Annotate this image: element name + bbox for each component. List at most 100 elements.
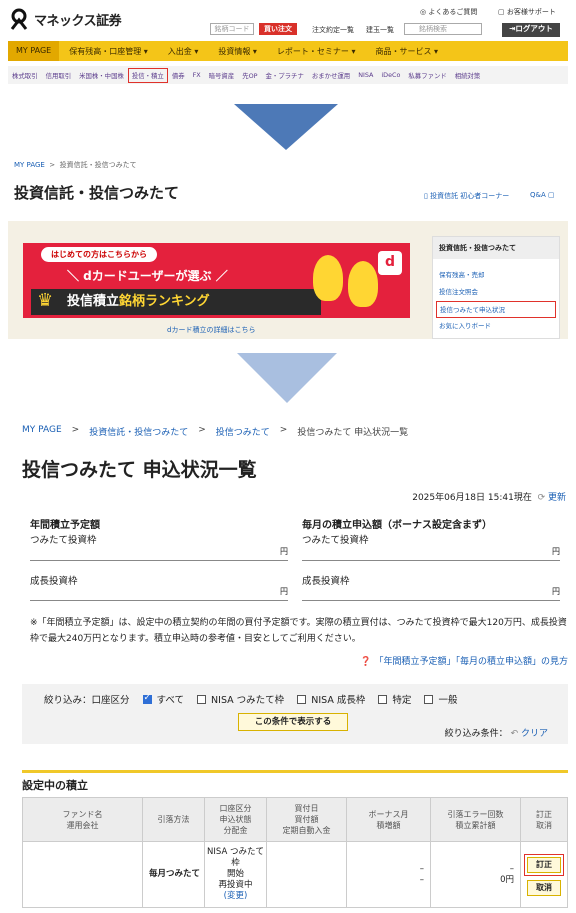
nav-holdings[interactable]: 保有残高・口座管理 ▾ bbox=[59, 46, 158, 57]
refresh-link[interactable]: 更新 bbox=[548, 493, 566, 503]
bonus-amount: – bbox=[419, 874, 424, 885]
subnav-item[interactable]: 信用取引 bbox=[42, 71, 76, 80]
side-item-orders[interactable]: 投信注文照会 bbox=[433, 284, 559, 301]
filter-nisa-tsumitate-checkbox[interactable] bbox=[197, 694, 207, 704]
error-count: – bbox=[509, 863, 514, 874]
col-method: 引落方法 bbox=[142, 797, 205, 842]
cell-fund bbox=[22, 841, 143, 908]
subnav-item[interactable]: iDeCo bbox=[377, 71, 404, 79]
support-link[interactable]: ▢ お客様サポート bbox=[498, 7, 556, 17]
breadcrumb-sep: > bbox=[198, 425, 206, 435]
side-menu-title: 投資信託・投信つみたて bbox=[433, 237, 559, 259]
bonus-month: – bbox=[419, 863, 424, 874]
cell-edit: 訂正 取消 bbox=[520, 841, 568, 908]
qa-link[interactable]: Q&A ▢ bbox=[530, 191, 555, 199]
table-row: 毎月つみたて NISA つみたて枠 開始 再投資中 (変更) – – – 0円 … bbox=[22, 841, 568, 908]
search-input[interactable]: 銘柄検索 bbox=[404, 23, 482, 35]
beginner-link[interactable]: ▯ 投資信託 初心者コーナー bbox=[424, 191, 509, 201]
page-title: 投資信託・投信つみたて bbox=[14, 184, 180, 202]
cell-method: 毎月つみたて bbox=[142, 841, 205, 908]
col-buy: 買付日 買付額 定期自動入金 bbox=[266, 797, 347, 842]
position-list-link[interactable]: 建玉一覧 bbox=[366, 25, 394, 35]
tsumitate-table: ファンド名 運用会社 引落方法 口座区分 申込状態 分配金 買付日 買付額 定期… bbox=[22, 797, 568, 908]
subnav-item[interactable]: 株式取引 bbox=[8, 71, 42, 80]
col-bonus: ボーナス月 積増額 bbox=[346, 797, 431, 842]
monthly-growth-value: 円 bbox=[302, 586, 560, 601]
monthly-title: 毎月の積立申込額（ボーナス設定含まず） bbox=[302, 520, 492, 531]
subnav-item[interactable]: 債券 bbox=[168, 71, 189, 80]
filter-option-label: 一般 bbox=[438, 695, 458, 706]
filter-option-label: すべて bbox=[156, 695, 185, 706]
buy-order-button[interactable]: 買い注文 bbox=[259, 23, 297, 35]
account-type: NISA つみたて枠 bbox=[207, 847, 264, 868]
side-menu: 投資信託・投信つみたて 保有残高・売却 投信注文照会 投信つみたて申込状況 お気… bbox=[432, 236, 560, 339]
subnav-item[interactable]: 私募ファンド bbox=[404, 71, 450, 80]
clear-link[interactable]: クリア bbox=[521, 729, 548, 739]
annual-tsumitate-label: つみたて投資枠 bbox=[30, 535, 97, 546]
col-account: 口座区分 申込状態 分配金 bbox=[204, 797, 267, 842]
subnav-item[interactable]: 先OP bbox=[238, 71, 261, 80]
filter-nisa-growth-checkbox[interactable] bbox=[297, 694, 307, 704]
nav-info[interactable]: 投資情報 ▾ bbox=[208, 46, 267, 57]
main-nav: MY PAGE 保有残高・口座管理 ▾ 入出金 ▾ 投資情報 ▾ レポート・セミ… bbox=[8, 41, 568, 61]
help-link[interactable]: ❓ 「年間積立予定額」「毎月の積立申込額」の見方 bbox=[360, 654, 568, 667]
logout-button[interactable]: ⇥ログアウト bbox=[502, 23, 560, 37]
breadcrumb-current: 投資信託・投信つみたて bbox=[59, 161, 137, 169]
side-item-favorites[interactable]: お気に入りボード bbox=[433, 318, 559, 335]
subnav-item[interactable]: 米国株・中国株 bbox=[75, 71, 128, 80]
breadcrumb-mypage[interactable]: MY PAGE bbox=[22, 425, 62, 438]
breadcrumb-mypage[interactable]: MY PAGE bbox=[14, 161, 45, 169]
annual-tsumitate-value: 円 bbox=[30, 546, 288, 561]
change-link[interactable]: (変更) bbox=[205, 891, 266, 902]
filter-specific-checkbox[interactable] bbox=[378, 694, 388, 704]
sub-nav: 株式取引 信用取引 米国株・中国株 投信・積立 債券 FX 暗号資産 先OP 金… bbox=[8, 66, 568, 84]
side-item-tsumitate-status[interactable]: 投信つみたて申込状況 bbox=[436, 301, 556, 318]
filter-option-label: NISA つみたて枠 bbox=[211, 695, 285, 706]
edit-button[interactable]: 訂正 bbox=[527, 856, 561, 873]
filter-general-checkbox[interactable] bbox=[424, 694, 434, 704]
cancel-button[interactable]: 取消 bbox=[527, 879, 561, 896]
nav-mypage[interactable]: MY PAGE bbox=[8, 41, 60, 61]
edit-highlight: 訂正 bbox=[524, 853, 564, 876]
subnav-item[interactable]: 暗号資産 bbox=[205, 71, 239, 80]
banner-top-text: はじめての方はこちらから bbox=[41, 247, 157, 262]
logo-text: マネックス証券 bbox=[34, 13, 122, 29]
nav-report[interactable]: レポート・セミナー ▾ bbox=[267, 46, 366, 57]
annual-growth-value: 円 bbox=[30, 586, 288, 601]
banner-caption-link[interactable]: dカード積立の詳細はこちら bbox=[167, 325, 255, 335]
promo-banner[interactable]: はじめての方はこちらから ＼ dカードユーザーが選ぶ ／ ♛ 投信積立銘柄ランキ… bbox=[23, 243, 410, 318]
nav-deposit[interactable]: 入出金 ▾ bbox=[158, 46, 209, 57]
crown-icon: ♛ bbox=[37, 290, 54, 311]
faq-link[interactable]: ◎ よくあるご質問 bbox=[420, 7, 477, 17]
cell-error: – 0円 bbox=[430, 841, 521, 908]
col-edit: 訂正 取消 bbox=[520, 797, 568, 842]
table-header-row: ファンド名 運用会社 引落方法 口座区分 申込状態 分配金 買付日 買付額 定期… bbox=[22, 797, 568, 842]
down-arrow-icon bbox=[237, 353, 337, 403]
brand-code-input[interactable]: 銘柄コード bbox=[210, 23, 254, 35]
apply-filter-button[interactable]: この条件で表示する bbox=[238, 713, 348, 731]
dpoint-logo-icon: d bbox=[378, 251, 402, 275]
page-title: 投信つみたて 申込状況一覧 bbox=[22, 459, 257, 481]
breadcrumb-fund[interactable]: 投資信託・投信つみたて bbox=[89, 425, 188, 438]
banner-mid-text: ＼ dカードユーザーが選ぶ ／ bbox=[67, 269, 228, 283]
nav-products[interactable]: 商品・サービス ▾ bbox=[365, 46, 448, 57]
filter-all-checkbox[interactable] bbox=[142, 693, 152, 704]
monex-logo[interactable]: マネックス証券 bbox=[8, 8, 122, 30]
side-item-holdings[interactable]: 保有残高・売却 bbox=[433, 267, 559, 284]
breadcrumb: MY PAGE > 投資信託・投信つみたて bbox=[14, 160, 137, 170]
breadcrumb-current: 投信つみたて 申込状況一覧 bbox=[297, 428, 409, 438]
subnav-item[interactable]: おまかせ運用 bbox=[308, 71, 354, 80]
subnav-item[interactable]: 相続対策 bbox=[451, 71, 485, 80]
timestamp: 2025年06月18日 15:41現在 ⟳ 更新 bbox=[412, 493, 566, 503]
subnav-item[interactable]: NISA bbox=[354, 71, 377, 79]
breadcrumb-sep: > bbox=[279, 425, 288, 435]
undo-icon: ↶ bbox=[510, 729, 519, 739]
refresh-icon[interactable]: ⟳ bbox=[538, 493, 546, 503]
subnav-item[interactable]: FX bbox=[189, 71, 205, 79]
filter-condition: 絞り込み条件： ↶ クリア bbox=[444, 729, 548, 739]
subnav-item-selected[interactable]: 投信・積立 bbox=[127, 67, 168, 83]
subnav-item[interactable]: 金・プラチナ bbox=[262, 71, 308, 80]
breadcrumb-tsumitate[interactable]: 投信つみたて bbox=[216, 425, 270, 438]
order-list-link[interactable]: 注文約定一覧 bbox=[312, 25, 354, 35]
panel-header-screenshot: マネックス証券 ◎ よくあるご質問 ▢ お客様サポート 銘柄コード 買い注文 注… bbox=[0, 0, 576, 96]
